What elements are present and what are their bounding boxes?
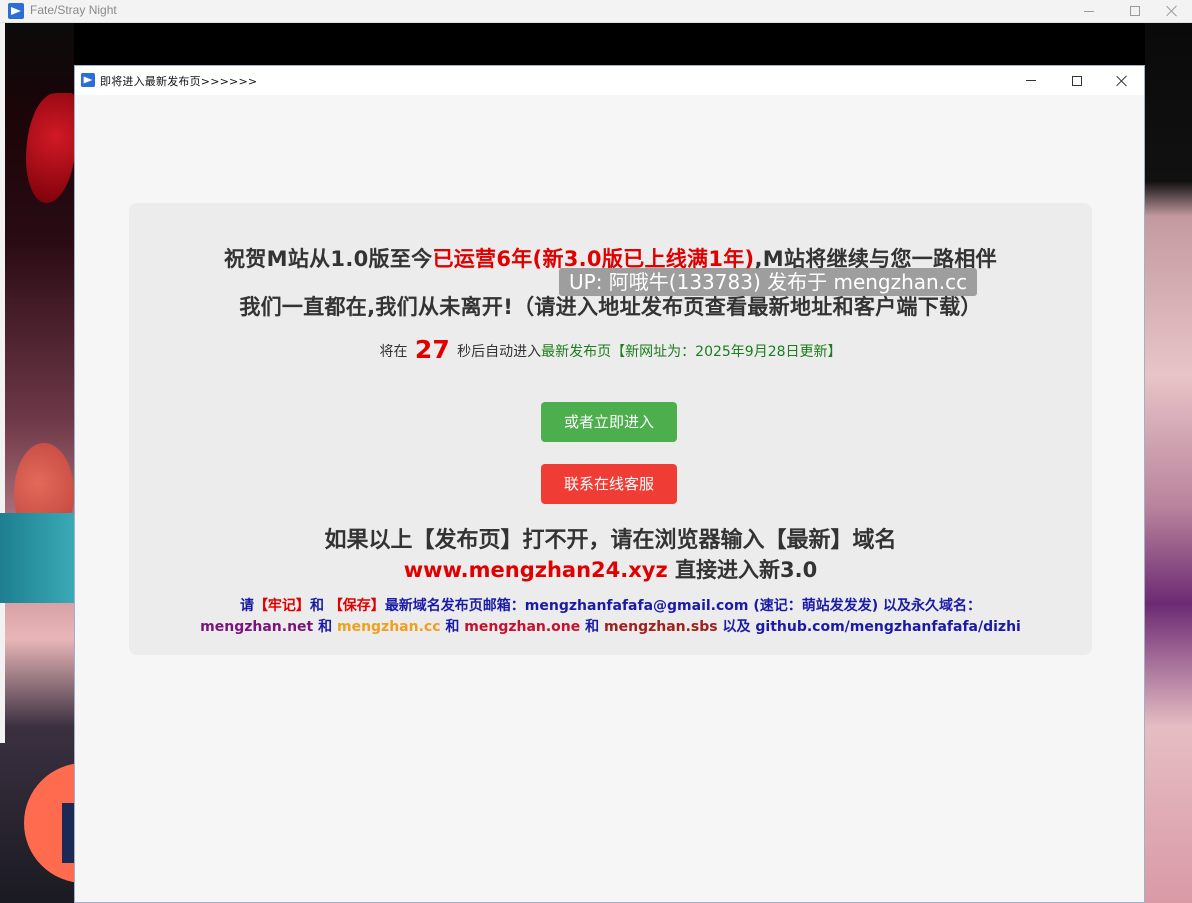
domain-cc-link[interactable]: mengzhan.cc xyxy=(337,619,441,635)
outer-minimize-button[interactable] xyxy=(1066,0,1112,22)
domain-net-link[interactable]: mengzhan.net xyxy=(200,619,313,635)
github-link[interactable]: 以及 github.com/mengzhanfafafa/dizhi xyxy=(718,619,1020,635)
close-icon xyxy=(1116,75,1128,87)
domain-one-link[interactable]: mengzhan.one xyxy=(464,619,580,635)
countdown-text: 将在 27 秒后自动进入最新发布页【新网址为：2025年9月28日更新】 xyxy=(379,335,842,364)
uploader-watermark: UP: 阿哦牛(133783) 发布于 mengzhan.cc xyxy=(559,268,978,296)
announcement-card: 祝贺M站从1.0版至今已运营6年(新3.0版已上线满1年),M站将继续与您一路相… xyxy=(129,203,1092,655)
minimize-icon xyxy=(1084,10,1094,12)
dialog-titlebar: 即将进入最新发布页>>>>>> xyxy=(75,66,1144,95)
dialog-minimize-button[interactable] xyxy=(1008,66,1054,95)
redirect-dialog-window: 即将进入最新发布页>>>>>> 祝贺M站从1.0版至今已运营6年(新3.0版已上… xyxy=(74,65,1145,903)
permanent-domains-line: mengzhan.net 和 mengzhan.cc 和 mengzhan.on… xyxy=(200,619,1021,635)
maximize-icon xyxy=(1072,75,1082,86)
domain-sbs-link[interactable]: mengzhan.sbs xyxy=(604,619,718,635)
dialog-close-button[interactable] xyxy=(1099,66,1145,95)
latest-domain-link[interactable]: www.mengzhan24.xyz xyxy=(404,558,668,582)
app-icon xyxy=(8,3,24,19)
enter-now-button[interactable]: 或者立即进入 xyxy=(541,402,677,442)
dialog-title: 即将进入最新发布页>>>>>> xyxy=(100,75,258,88)
fallback-instruction: 如果以上【发布页】打不开，请在浏览器输入【最新】域名 xyxy=(324,528,897,553)
outer-window-titlebar: Fate/Stray Night xyxy=(0,0,1192,23)
app-icon xyxy=(81,73,95,87)
release-page-link[interactable]: 最新发布页【新网址为：2025年9月28日更新】 xyxy=(541,344,841,360)
maximize-icon xyxy=(1130,6,1140,16)
close-icon xyxy=(1166,5,1178,17)
outer-window-title: Fate/Stray Night xyxy=(30,3,117,17)
contact-support-button[interactable]: 联系在线客服 xyxy=(541,464,677,504)
email-address[interactable]: 最新域名发布页邮箱：mengzhanfafafa@gmail.com (速记：萌… xyxy=(385,598,981,614)
fallback-domain-line: www.mengzhan24.xyz 直接进入新3.0 xyxy=(403,558,818,582)
email-info-line: 请【牢记】和 【保存】最新域名发布页邮箱：mengzhanfafafa@gmai… xyxy=(239,598,982,614)
outer-close-button[interactable] xyxy=(1152,0,1192,22)
minimize-icon xyxy=(1026,80,1036,81)
countdown-seconds: 27 xyxy=(414,335,450,364)
dialog-maximize-button[interactable] xyxy=(1054,66,1100,95)
